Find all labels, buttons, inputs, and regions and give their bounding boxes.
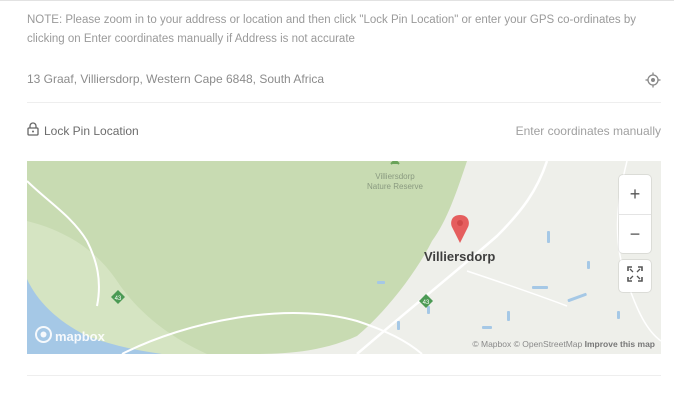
zoom-control: + − [619,175,651,253]
fullscreen-icon [627,265,643,287]
mapbox-logo-text: mapbox [55,328,105,344]
enter-coordinates-link[interactable]: Enter coordinates manually [516,124,661,138]
fullscreen-button[interactable] [619,260,651,292]
road-badge-label-1: 43 [115,296,122,302]
locate-icon[interactable] [645,72,661,88]
reserve-label: Villiersdorp Nature Reserve [366,172,424,191]
bottom-divider [27,375,661,376]
map-base: 43 43 [27,161,661,354]
map-view[interactable]: 43 43 Villiersdorp Nature Reserve Villie… [27,161,661,354]
map-attribution: © Mapbox © OpenStreetMap Improve this ma… [472,339,655,349]
attribution-text[interactable]: © Mapbox © OpenStreetMap [472,339,582,349]
improve-map-link[interactable]: Improve this map [585,339,655,349]
address-row: 13 Graaf, Villiersdorp, Western Cape 684… [27,68,661,103]
lock-pin-label: Lock Pin Location [44,123,139,138]
top-divider [0,0,674,1]
lock-row: Lock Pin Location Enter coordinates manu… [27,122,661,144]
lock-icon [27,122,39,139]
address-text: 13 Graaf, Villiersdorp, Western Cape 684… [27,72,325,86]
location-note: NOTE: Please zoom in to your address or … [27,14,637,45]
zoom-in-button[interactable]: + [619,175,651,214]
place-label: Villiersdorp [424,249,496,264]
zoom-out-button[interactable]: − [619,215,651,254]
road-badge-label-2: 43 [423,300,430,306]
mapbox-logo[interactable]: mapbox [35,326,105,346]
lock-pin-button[interactable]: Lock Pin Location [27,122,139,139]
mapbox-logo-icon [35,326,52,346]
